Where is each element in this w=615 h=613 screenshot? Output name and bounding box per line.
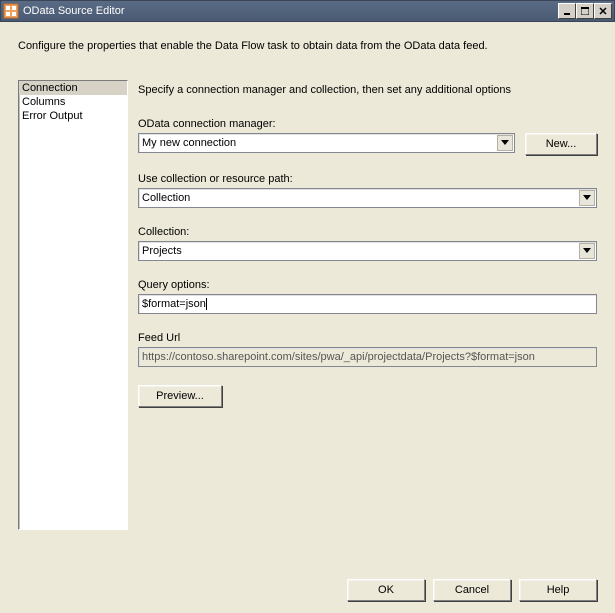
collection-value: Projects xyxy=(142,245,182,257)
cancel-button[interactable]: Cancel xyxy=(433,579,511,601)
nav-item-connection[interactable]: Connection xyxy=(19,81,127,95)
chevron-down-icon xyxy=(579,243,595,259)
feed-label: Feed Url xyxy=(138,332,597,344)
field-query-options: Query options: $format=json xyxy=(138,279,597,314)
chevron-down-icon xyxy=(497,135,513,151)
text-cursor xyxy=(206,298,207,310)
field-connection-manager: OData connection manager: My new connect… xyxy=(138,118,597,155)
feed-value: https://contoso.sharepoint.com/sites/pwa… xyxy=(142,351,535,363)
collection-dropdown[interactable]: Projects xyxy=(138,241,597,261)
title-bar: OData Source Editor xyxy=(0,0,615,22)
new-button[interactable]: New... xyxy=(525,133,597,155)
path-label: Use collection or resource path: xyxy=(138,173,597,185)
conn-dropdown[interactable]: My new connection xyxy=(138,133,515,153)
collection-label: Collection: xyxy=(138,226,597,238)
nav-item-label: Connection xyxy=(22,82,78,94)
window-buttons xyxy=(558,3,612,19)
nav-item-columns[interactable]: Columns xyxy=(19,95,127,109)
query-input[interactable]: $format=json xyxy=(138,294,597,314)
feed-url-display: https://contoso.sharepoint.com/sites/pwa… xyxy=(138,347,597,367)
chevron-down-icon xyxy=(579,190,595,206)
path-dropdown[interactable]: Collection xyxy=(138,188,597,208)
conn-value: My new connection xyxy=(142,137,236,149)
form-instruction: Specify a connection manager and collect… xyxy=(138,84,597,96)
nav-list[interactable]: Connection Columns Error Output xyxy=(18,80,128,530)
ok-button[interactable]: OK xyxy=(347,579,425,601)
nav-item-label: Error Output xyxy=(22,110,83,122)
close-button[interactable] xyxy=(594,3,612,19)
query-label: Query options: xyxy=(138,279,597,291)
conn-label: OData connection manager: xyxy=(138,118,597,130)
form-panel: Specify a connection manager and collect… xyxy=(138,80,597,563)
main-content: Connection Columns Error Output Specify … xyxy=(18,80,597,563)
field-resource-path: Use collection or resource path: Collect… xyxy=(138,173,597,208)
nav-item-label: Columns xyxy=(22,96,65,108)
preview-button[interactable]: Preview... xyxy=(138,385,222,407)
help-button[interactable]: Help xyxy=(519,579,597,601)
query-value: $format=json xyxy=(142,298,206,310)
app-icon xyxy=(3,3,19,19)
field-feed-url: Feed Url https://contoso.sharepoint.com/… xyxy=(138,332,597,367)
path-value: Collection xyxy=(142,192,190,204)
dialog-description: Configure the properties that enable the… xyxy=(18,40,597,52)
dialog-footer: OK Cancel Help xyxy=(18,563,597,601)
field-collection: Collection: Projects xyxy=(138,226,597,261)
window-title: OData Source Editor xyxy=(23,5,558,17)
preview-row: Preview... xyxy=(138,385,597,407)
maximize-button[interactable] xyxy=(576,3,594,19)
dialog-body: Configure the properties that enable the… xyxy=(0,22,615,613)
nav-item-erroroutput[interactable]: Error Output xyxy=(19,109,127,123)
minimize-button[interactable] xyxy=(558,3,576,19)
